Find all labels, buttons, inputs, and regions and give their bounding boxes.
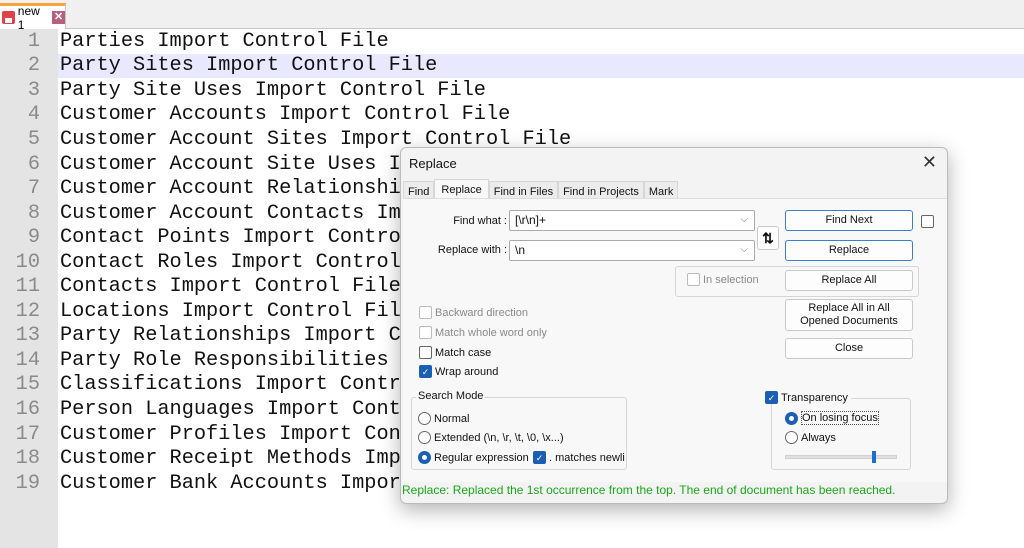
line-number: 1 (0, 29, 58, 54)
regex-radio[interactable]: Regular expression (418, 451, 529, 464)
line-text: Customer Account Contacts Im (60, 201, 401, 225)
editor-line[interactable]: 3 Party Site Uses Import Control File (0, 78, 1024, 103)
line-text: Contact Points Import Contro (60, 226, 401, 250)
check-icon: ✓ (533, 451, 546, 464)
close-icon[interactable]: ✕ (922, 152, 937, 173)
in-selection-checkbox[interactable]: In selection (687, 273, 759, 286)
line-text: Customer Accounts Import Control File (60, 103, 511, 127)
line-number: 7 (0, 176, 58, 201)
line-number: 14 (0, 348, 58, 373)
on-losing-focus-radio[interactable]: On losing focus (785, 411, 879, 425)
line-text: Customer Bank Accounts Impor (60, 471, 401, 495)
tab-label: new 1 (17, 3, 40, 32)
close-icon[interactable]: ✕ (52, 11, 65, 24)
transparency-checkbox[interactable]: ✓ Transparency (765, 391, 851, 404)
dot-matches-newline-checkbox[interactable]: ✓. matches newline (533, 451, 625, 464)
find-next-button[interactable]: Find Next (785, 210, 913, 231)
line-text: Customer Account Relationshi (60, 177, 401, 201)
extended-radio[interactable]: Extended (\n, \r, \t, \0, \x...) (418, 431, 564, 444)
chevron-down-icon[interactable]: ⌵ (740, 244, 748, 255)
line-number: 17 (0, 421, 58, 447)
replace-with-input[interactable]: \n ⌵ (509, 240, 755, 261)
line-text: Party Relationships Import C (60, 324, 401, 348)
swap-button[interactable]: ⇅ (757, 226, 779, 250)
line-number: 3 (0, 78, 58, 103)
line-text: Party Role Responsibilities (60, 348, 401, 372)
replace-with-label: Replace with : (437, 244, 507, 256)
line-number: 9 (0, 225, 58, 250)
match-whole-word-checkbox[interactable]: Match whole word only (419, 326, 547, 339)
check-icon: ✓ (419, 365, 432, 378)
find-what-input[interactable]: [\r\n]+ ⌵ (509, 210, 755, 231)
line-text: Party Site Uses Import Control File (60, 78, 486, 102)
line-number: 16 (0, 397, 58, 422)
normal-radio[interactable]: Normal (418, 412, 469, 425)
find-what-value: [\r\n]+ (515, 213, 547, 227)
replace-with-value: \n (515, 243, 526, 257)
line-number: 5 (0, 127, 58, 152)
line-number: 6 (0, 151, 58, 177)
backward-direction-checkbox[interactable]: Backward direction (419, 306, 528, 319)
transparency-slider[interactable] (785, 451, 897, 463)
search-mode-title: Search Mode (416, 390, 486, 402)
replace-dialog: Replace ✕ Find Replace Find in Files Fin… (400, 147, 948, 504)
check-icon: ✓ (765, 391, 778, 404)
replace-all-button[interactable]: Replace All (785, 270, 913, 291)
line-text: Customer Receipt Methods Imp (60, 447, 401, 471)
line-text: Person Languages Import Cont (60, 397, 401, 421)
line-text: Contacts Import Control File (60, 275, 401, 299)
dialog-title: Replace (409, 156, 457, 171)
line-text: Party Sites Import Control File (60, 54, 438, 78)
line-number: 13 (0, 323, 58, 349)
line-number: 10 (0, 249, 58, 275)
line-text: Parties Import Control File (60, 29, 389, 53)
line-number: 4 (0, 102, 58, 128)
line-number: 2 (0, 53, 58, 79)
line-text: Classifications Import Contr (60, 373, 401, 397)
always-radio[interactable]: Always (785, 431, 836, 444)
status-message: Replace: Replaced the 1st occurrence fro… (402, 483, 896, 497)
line-text: Contact Roles Import Control (60, 250, 401, 274)
save-icon (2, 11, 15, 24)
line-number: 15 (0, 372, 58, 398)
replace-button[interactable]: Replace (785, 240, 913, 261)
line-text: Customer Profiles Import Con (60, 422, 401, 446)
wrap-around-checkbox[interactable]: ✓ Wrap around (419, 365, 498, 378)
tab-bar: new 1 ✕ (0, 0, 1024, 32)
line-text: Locations Import Control Fil (60, 299, 401, 323)
tab-new-1[interactable]: new 1 ✕ (0, 3, 66, 32)
editor-line[interactable]: 2 Party Sites Import Control File (0, 53, 1024, 79)
slider-thumb[interactable] (872, 451, 877, 463)
match-case-checkbox[interactable]: Match case (419, 346, 491, 359)
editor-line[interactable]: 4 Customer Accounts Import Control File (0, 102, 1024, 128)
line-number: 12 (0, 299, 58, 324)
line-number: 18 (0, 446, 58, 471)
line-number: 11 (0, 274, 58, 300)
extra-checkbox[interactable] (921, 215, 934, 228)
replace-all-opened-button[interactable]: Replace All in All Opened Documents (785, 299, 913, 331)
editor-line[interactable]: 1 Parties Import Control File (0, 29, 1024, 54)
chevron-down-icon[interactable]: ⌵ (740, 214, 748, 225)
close-button[interactable]: Close (785, 338, 913, 359)
line-number: 8 (0, 200, 58, 226)
find-what-label: Find what : (453, 215, 507, 227)
line-text: Customer Account Site Uses I (60, 152, 401, 176)
line-number: 19 (0, 470, 58, 496)
